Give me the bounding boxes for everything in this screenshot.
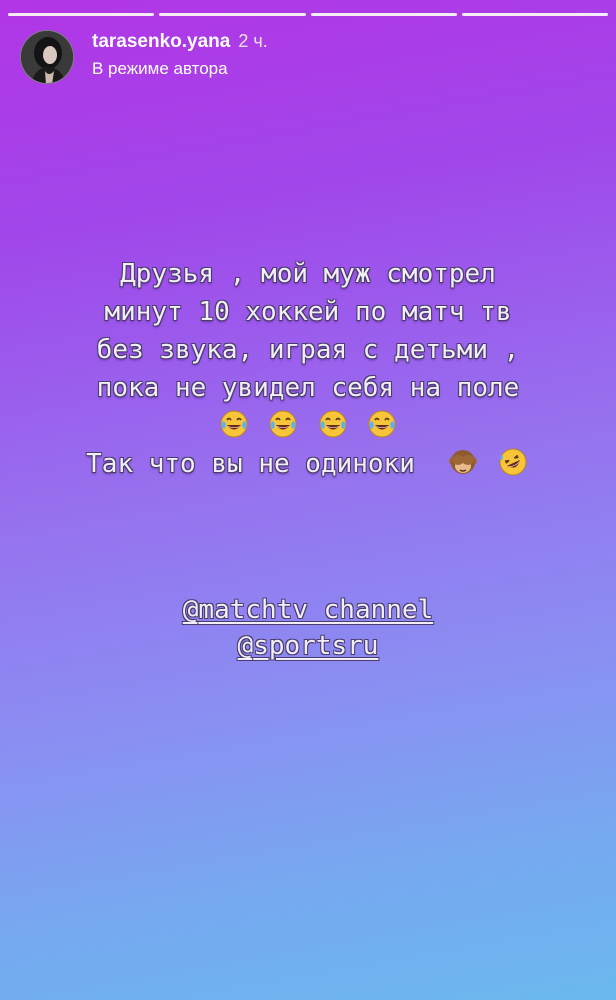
rolling-on-floor-laughing-icon	[498, 447, 528, 477]
emoji-row	[0, 407, 616, 445]
profile-photo-icon	[21, 31, 73, 83]
story-text-last-line: Так что вы не одиноки	[0, 445, 616, 483]
story-text-line: Друзья , мой муж смотрел	[120, 259, 496, 289]
tears-of-joy-icon	[219, 409, 249, 439]
avatar[interactable]	[20, 30, 74, 84]
story-text-line: минут 10 хоккей по матч тв	[104, 297, 512, 327]
mentions: @matchtv_channel @sportsru	[0, 592, 616, 664]
mention-at-sign: @	[182, 595, 199, 625]
story-text-line: без звука, играя с детьми ,	[96, 335, 520, 365]
username[interactable]: tarasenko.yana	[92, 31, 230, 53]
mention-handle: sportsru	[253, 631, 379, 661]
tears-of-joy-icon	[367, 409, 397, 439]
story-text-line: Так что вы не одиноки	[86, 449, 415, 479]
mention-sportsru[interactable]: @sportsru	[238, 628, 379, 664]
progress-segment	[8, 13, 155, 16]
mention-handle: matchtv_channel	[198, 595, 434, 625]
progress-segment	[159, 13, 306, 16]
story-mode-label: В режиме автора	[92, 59, 228, 78]
progress-segment	[310, 13, 457, 16]
see-no-evil-monkey-icon	[448, 447, 478, 477]
post-time: 2 ч.	[238, 31, 268, 51]
progress-segment	[461, 13, 608, 16]
mention-at-sign: @	[237, 631, 254, 661]
mention-matchtv[interactable]: @matchtv_channel	[183, 592, 433, 628]
tears-of-joy-icon	[318, 409, 348, 439]
story-progress-bar	[8, 13, 608, 16]
story-text: Друзья , мой муж смотрел минут 10 хоккей…	[0, 255, 616, 483]
story-text-line: пока не увидел себя на поле	[96, 373, 520, 403]
story-header: tarasenko.yana 2 ч. В режиме автора	[20, 30, 268, 84]
tears-of-joy-icon	[268, 409, 298, 439]
